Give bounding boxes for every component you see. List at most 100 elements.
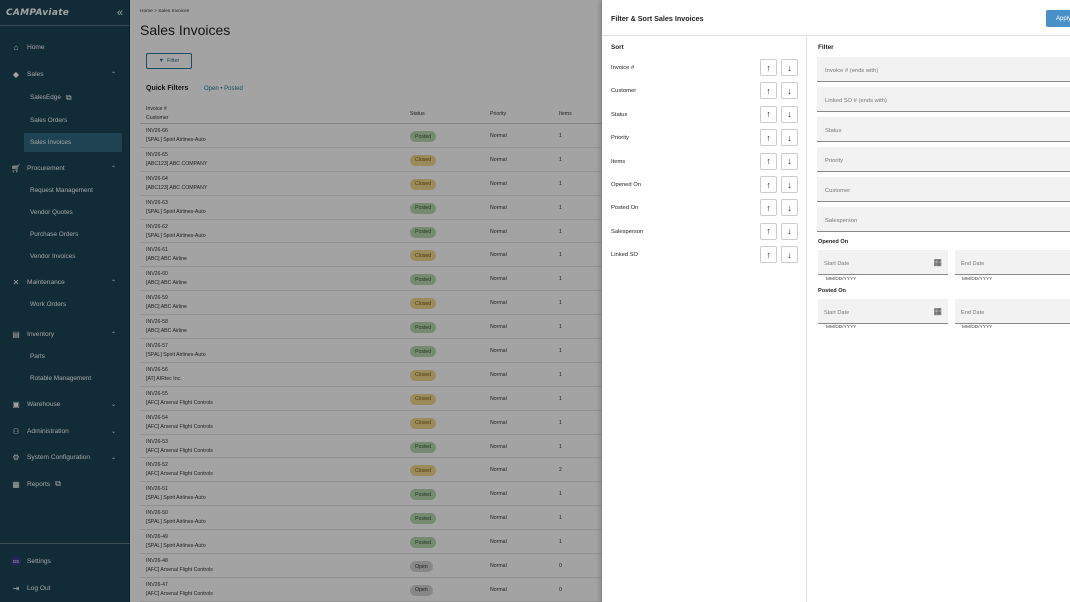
customer-filter[interactable]: Customer c bbox=[817, 177, 1070, 202]
table-row[interactable]: INV26-56 [AT] AIRtec Inc. Closed Normal 1 bbox=[140, 363, 610, 387]
invoice-number: INV26-49 bbox=[146, 534, 168, 541]
table-row[interactable]: INV26-48 [AFC] Arsenal Flight Controls Ope… bbox=[140, 554, 610, 578]
table-row[interactable]: INV26-47 [AFC] Arsenal Flight Controls Ope… bbox=[140, 578, 610, 602]
table-row[interactable]: INV26-49 [SPAL] Spirit Airlines-Auto Poste… bbox=[140, 530, 610, 555]
table-row[interactable]: INV26-58 [ABC] ABC Airline Posted Normal 1 bbox=[140, 315, 610, 340]
sort-descending-button[interactable]: ↓ bbox=[781, 59, 798, 76]
table-row[interactable]: INV26-61 [ABC] ABC Airline Closed Normal 1 bbox=[140, 243, 610, 268]
opened-on-end-helper: MM/DD/YYYY bbox=[962, 277, 993, 282]
sort-descending-button[interactable]: ↓ bbox=[781, 199, 798, 217]
sort-descending-button[interactable]: ↓ bbox=[781, 176, 798, 193]
sort-ascending-button[interactable]: ↑ bbox=[760, 222, 777, 240]
sidebar-item-procurement[interactable]: 🛒︎ Procurement ⌃ bbox=[0, 157, 130, 179]
calendar-icon[interactable]: ▦ bbox=[933, 257, 942, 268]
arrow-down-icon: ↓ bbox=[787, 62, 792, 73]
sort-ascending-button[interactable]: ↑ bbox=[760, 82, 777, 100]
table-row[interactable]: INV26-50 [SPAL] Spirit Airlines-Auto Poste… bbox=[140, 506, 610, 531]
sidebar-item-request-management[interactable]: Request Management bbox=[24, 181, 122, 200]
sidebar-item-reports[interactable]: ▦ Reports ⧉ bbox=[0, 473, 130, 495]
sort-ascending-button[interactable]: ↑ bbox=[760, 129, 777, 147]
sort-ascending-button[interactable]: ↑ bbox=[760, 152, 777, 170]
quick-filter-chips[interactable]: Open • Posted bbox=[204, 86, 243, 92]
sort-descending-button[interactable]: ↓ bbox=[781, 222, 798, 240]
table-row[interactable]: INV26-60 [ABC] ABC Airline Posted Normal 1 bbox=[140, 267, 610, 292]
sidebar-item-salesedge[interactable]: SalesEdge ⧉ bbox=[24, 88, 122, 107]
collapse-sidebar-icon[interactable]: « bbox=[117, 7, 123, 19]
priority-value: Normal bbox=[490, 228, 507, 235]
sidebar-item-rotable-management[interactable]: Rotable Management bbox=[24, 369, 122, 388]
sort-descending-button[interactable]: ↓ bbox=[781, 246, 798, 264]
linked-so-filter[interactable]: Linked SO # (ends with) bbox=[817, 87, 1070, 112]
gear-icon: ⚙ bbox=[12, 452, 20, 462]
arrow-down-icon: ↓ bbox=[787, 249, 792, 260]
sort-ascending-button[interactable]: ↑ bbox=[760, 59, 777, 76]
sidebar-item-vendor-quotes[interactable]: Vendor Quotes bbox=[24, 203, 122, 222]
column-header-customer[interactable]: Customer bbox=[146, 115, 169, 121]
posted-on-end-date[interactable]: End Date bbox=[955, 299, 1070, 324]
sort-ascending-button[interactable]: ↑ bbox=[760, 199, 777, 217]
sidebar-item-work-orders[interactable]: Work Orders bbox=[24, 295, 122, 314]
priority-value: Normal bbox=[490, 180, 507, 187]
sort-descending-button[interactable]: ↓ bbox=[781, 105, 798, 123]
posted-on-start-date[interactable]: Start Date ▦ bbox=[818, 299, 948, 324]
calendar-icon[interactable]: ▦ bbox=[933, 306, 942, 317]
table-row[interactable]: INV26-59 [ABC] ABC Airline Closed Normal 1 bbox=[140, 291, 610, 316]
table-row[interactable]: INV26-62 [SPAL] Spirit Airlines-Auto Poste… bbox=[140, 220, 610, 244]
sidebar-item-parts[interactable]: Parts bbox=[24, 347, 122, 366]
table-row[interactable]: INV26-63 [SPAL] Spirit Airlines-Auto Poste… bbox=[140, 196, 610, 220]
status-badge: Open bbox=[410, 584, 433, 596]
column-header-invoice[interactable]: Invoice # bbox=[146, 106, 167, 112]
items-count: 1 bbox=[559, 204, 562, 211]
table-row[interactable]: INV26-52 [AFC] Arsenal Flight Controls Clo… bbox=[140, 458, 610, 483]
priority-filter[interactable]: Priority bbox=[817, 147, 1070, 172]
items-count: 0 bbox=[559, 586, 562, 593]
table-row[interactable]: INV26-64 [ABC123] ABC COMPANY Closed Normal… bbox=[140, 172, 610, 196]
apply-button[interactable]: Apply bbox=[1046, 10, 1070, 27]
column-header-status[interactable]: Status bbox=[410, 111, 425, 117]
table-row[interactable]: INV26-51 [SPAL] Spirit Airlines-Auto Poste… bbox=[140, 482, 610, 507]
customer-name: [SPAL] Spirit Airlines-Auto bbox=[146, 495, 206, 502]
sidebar-item-home[interactable]: ⌂ Home bbox=[0, 36, 130, 58]
table-row[interactable]: INV26-57 [SPAL] Spirit Airlines-Auto Poste… bbox=[140, 339, 610, 363]
sidebar-item-settings[interactable]: DS Settings bbox=[0, 550, 130, 572]
status-badge: Posted bbox=[410, 537, 437, 549]
customer-name: [AFC] Arsenal Flight Controls bbox=[146, 567, 213, 574]
sidebar-item-logout[interactable]: ⇥ Log Out bbox=[0, 577, 130, 599]
sort-descending-button[interactable]: ↓ bbox=[781, 129, 798, 147]
items-count: 1 bbox=[559, 491, 562, 498]
filter-button[interactable]: ▼ Filter bbox=[146, 53, 192, 69]
sidebar-item-vendor-invoices[interactable]: Vendor Invoices bbox=[24, 247, 122, 266]
status-filter[interactable]: Status bbox=[817, 117, 1070, 142]
sidebar-item-sales[interactable]: ◆ Sales ⌃ bbox=[0, 63, 130, 85]
salesperson-filter[interactable]: Salesperson c bbox=[817, 207, 1070, 232]
opened-on-start-date[interactable]: Start Date ▦ bbox=[818, 250, 948, 275]
sidebar-item-purchase-orders[interactable]: Purchase Orders bbox=[24, 225, 122, 244]
sort-ascending-button[interactable]: ↑ bbox=[760, 105, 777, 123]
sort-descending-button[interactable]: ↓ bbox=[781, 152, 798, 170]
sort-descending-button[interactable]: ↓ bbox=[781, 82, 798, 100]
breadcrumb-home[interactable]: Home bbox=[140, 9, 153, 14]
sidebar-item-warehouse[interactable]: ▣ Warehouse ⌄ bbox=[0, 393, 130, 415]
table-row[interactable]: INV26-54 [AFC] Arsenal Flight Controls Clo… bbox=[140, 411, 610, 435]
table-row[interactable]: INV26-55 [AFC] Arsenal Flight Controls Clo… bbox=[140, 387, 610, 411]
invoice-number-filter[interactable]: Invoice # (ends with) bbox=[817, 57, 1070, 82]
sort-ascending-button[interactable]: ↑ bbox=[760, 246, 777, 264]
status-badge: Closed bbox=[410, 417, 437, 429]
sidebar-item-maintenance[interactable]: ✕ Maintenance ⌃ bbox=[0, 271, 130, 293]
sidebar-item-administration[interactable]: ⚇ Administration ⌄ bbox=[0, 420, 130, 442]
priority-value: Normal bbox=[490, 491, 507, 498]
sort-ascending-button[interactable]: ↑ bbox=[760, 176, 777, 193]
opened-on-end-date[interactable]: End Date bbox=[955, 250, 1070, 275]
table-row[interactable]: INV26-53 [AFC] Arsenal Flight Controls Pos… bbox=[140, 435, 610, 459]
sidebar-item-sales-orders[interactable]: Sales Orders bbox=[24, 111, 122, 130]
table-row[interactable]: INV26-66 [SPAL] Spirit Airlines-Auto Poste… bbox=[140, 124, 610, 148]
invoice-number: INV26-60 bbox=[146, 271, 168, 278]
table-row[interactable]: INV26-65 [ABC123] ABC COMPANY Closed Normal… bbox=[140, 148, 610, 172]
customer-name: [SPAL] Spirit Airlines-Auto bbox=[146, 208, 206, 215]
sidebar-item-sales-invoices[interactable]: Sales Invoices bbox=[24, 133, 122, 152]
column-header-priority[interactable]: Priority bbox=[490, 111, 506, 117]
sidebar-item-system-configuration[interactable]: ⚙ System Configuration ⌄ bbox=[0, 446, 130, 468]
sidebar-item-inventory[interactable]: ▤ Inventory ⌃ bbox=[0, 323, 130, 345]
column-header-items[interactable]: Items bbox=[559, 111, 572, 117]
priority-value: Normal bbox=[490, 348, 507, 355]
